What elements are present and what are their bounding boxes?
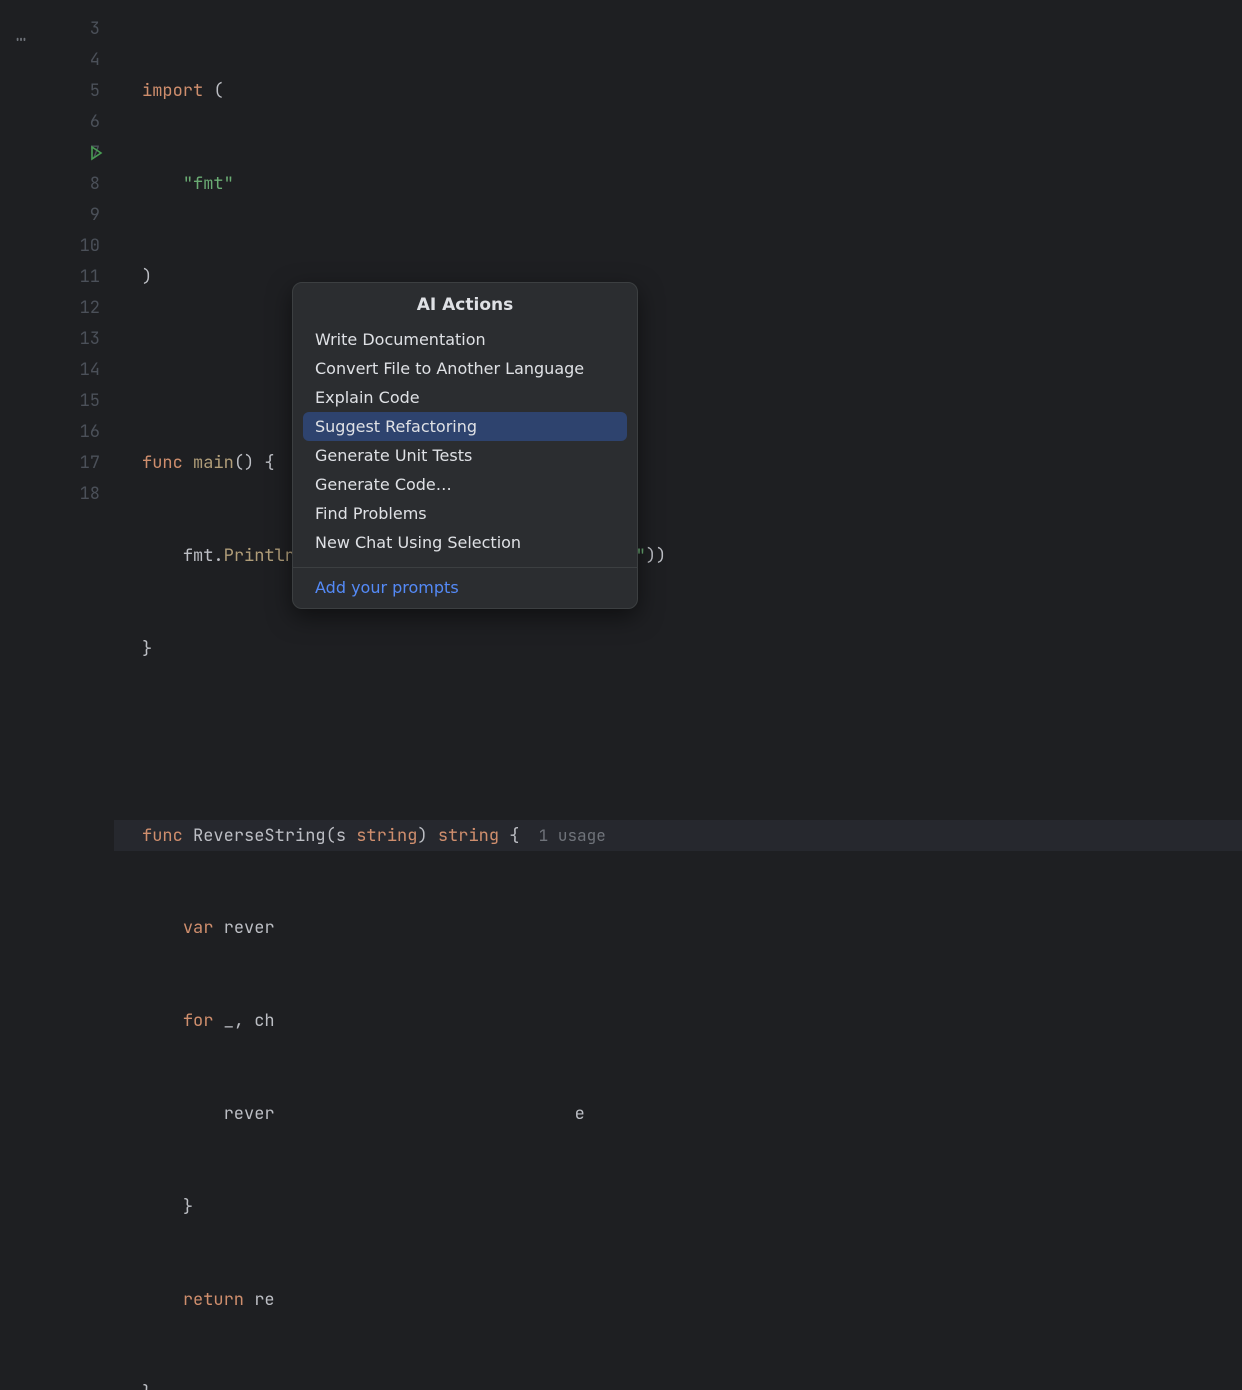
popup-title: AI Actions [293, 283, 637, 325]
ai-action-generate-unit-tests[interactable]: Generate Unit Tests [303, 441, 627, 470]
ai-action-new-chat[interactable]: New Chat Using Selection [303, 528, 627, 557]
code-line[interactable]: "fmt" [114, 169, 1242, 200]
code-line[interactable]: } [114, 634, 1242, 665]
ai-action-suggest-refactoring[interactable]: Suggest Refactoring [303, 412, 627, 441]
line-number: 11 [44, 262, 100, 293]
code-line[interactable]: return re [114, 1285, 1242, 1316]
left-gutter: … [0, 0, 44, 695]
ai-action-convert-file[interactable]: Convert File to Another Language [303, 354, 627, 383]
line-number: 14 [44, 355, 100, 386]
run-icon[interactable] [88, 145, 104, 166]
line-number: 8 [44, 169, 100, 200]
ai-actions-popup: AI Actions Write Documentation Convert F… [292, 282, 638, 609]
ai-action-write-documentation[interactable]: Write Documentation [303, 325, 627, 354]
code-line-active[interactable]: func ReverseString(s string) string { 1 … [114, 820, 1242, 851]
ai-action-find-problems[interactable]: Find Problems [303, 499, 627, 528]
add-prompts-link[interactable]: Add your prompts [315, 578, 459, 597]
code-line[interactable]: for _, ch [114, 1006, 1242, 1037]
line-number: 6 [44, 107, 100, 138]
code-line[interactable]: ) [114, 262, 1242, 293]
code-line[interactable] [114, 727, 1242, 758]
line-number: 17 [44, 448, 100, 479]
code-line[interactable]: import ( [114, 76, 1242, 107]
line-number: 13 [44, 324, 100, 355]
line-number: 5 [44, 76, 100, 107]
ai-action-explain-code[interactable]: Explain Code [303, 383, 627, 412]
line-number: 4 [44, 45, 100, 76]
code-line[interactable] [114, 355, 1242, 386]
code-line[interactable]: fmt.Println(ReverseString( s: "Hello, Wo… [114, 541, 1242, 572]
popup-items: Write Documentation Convert File to Anot… [293, 325, 637, 567]
code-line[interactable]: revere [114, 1099, 1242, 1130]
code-line[interactable]: } [114, 1378, 1242, 1390]
line-number: 15 [44, 386, 100, 417]
line-number: 10 [44, 231, 100, 262]
more-icon[interactable]: … [16, 24, 29, 47]
line-number: 12 [44, 293, 100, 324]
code-line[interactable]: } [114, 1192, 1242, 1223]
popup-footer: Add your prompts [293, 567, 637, 608]
line-number: 3 [44, 14, 100, 45]
code-line[interactable]: var rever [114, 913, 1242, 944]
ai-action-generate-code[interactable]: Generate Code… [303, 470, 627, 499]
line-number: 16 [44, 417, 100, 448]
code-line[interactable]: func main() { [114, 448, 1242, 479]
usage-hint[interactable]: 1 usage [519, 825, 605, 846]
line-number: 18 [44, 479, 100, 510]
code-area[interactable]: import ( "fmt" ) func main() { fmt.Print… [114, 0, 1242, 695]
line-number-gutter: 3 4 5 6 7 8 9 10 11 12 13 14 15 16 17 18 [44, 0, 114, 695]
line-number: 9 [44, 200, 100, 231]
